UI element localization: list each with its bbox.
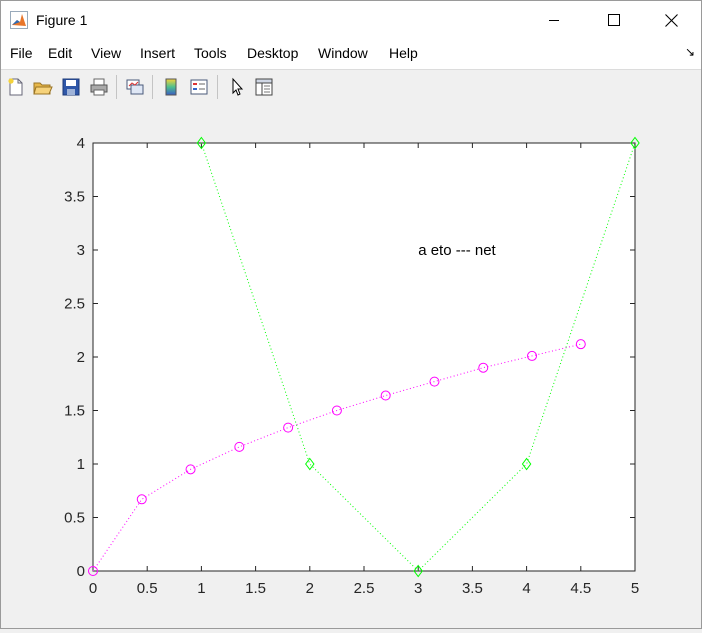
menu-file[interactable]: File	[10, 45, 33, 61]
x-tick-label: 1	[197, 580, 205, 597]
menu-bar: File Edit View Insert Tools Desktop Wind…	[1, 39, 701, 69]
y-tick-label: 2	[77, 349, 85, 366]
close-button[interactable]	[648, 1, 694, 39]
y-tick-label: 3	[77, 242, 85, 259]
plot-svg[interactable]: 0 0.5 1 1.5 2 2.5 3 3.5 4 4.5 5 00.511.522.533.54 …	[1, 104, 701, 628]
open-file-icon	[33, 82, 53, 95]
new-figure-icon	[8, 78, 23, 96]
x-tick-labels: 0 0.5 1 1.5 2 2.5 3 3.5 4 4.5 5	[89, 580, 639, 597]
property-inspector-button[interactable]	[252, 75, 276, 99]
toolbar-separator	[217, 75, 218, 99]
menu-view[interactable]: View	[91, 45, 121, 61]
figure-window: Figure 1 File Edit View Insert Tools Des…	[0, 0, 702, 629]
maximize-button[interactable]	[591, 1, 637, 39]
plot-annotation[interactable]: a eto --- net	[418, 242, 496, 259]
link-plot-button[interactable]	[123, 75, 147, 99]
menu-window[interactable]: Window	[318, 45, 368, 61]
print-button[interactable]	[87, 75, 111, 99]
edit-plot-button[interactable]	[225, 75, 249, 99]
menu-edit[interactable]: Edit	[48, 45, 72, 61]
title-bar[interactable]: Figure 1	[1, 1, 701, 39]
window-title: Figure 1	[36, 12, 88, 28]
x-tick-label: 2	[306, 580, 314, 597]
y-tick-labels: 0 0.5 1 1.5 2 2.5 3 3.5 4	[64, 135, 85, 580]
figure-toolbar	[1, 69, 701, 105]
colorbar-button[interactable]	[159, 75, 183, 99]
print-icon	[90, 78, 108, 96]
y-tick-label: 0	[77, 563, 85, 580]
save-icon	[62, 78, 80, 96]
y-tick-label: 1.5	[64, 403, 85, 420]
menu-desktop[interactable]: Desktop	[247, 45, 298, 61]
x-tick-label: 4.5	[570, 580, 591, 597]
menu-insert[interactable]: Insert	[140, 45, 175, 61]
legend-button[interactable]	[187, 75, 211, 99]
menu-help[interactable]: Help	[389, 45, 418, 61]
y-tick-label: 3.5	[64, 189, 85, 206]
legend-icon	[190, 79, 208, 95]
matlab-logo-icon	[10, 11, 28, 29]
y-tick-label: 0.5	[64, 510, 85, 527]
open-file-button[interactable]	[31, 75, 55, 99]
x-tick-label: 1.5	[245, 580, 266, 597]
menu-tools[interactable]: Tools	[194, 45, 227, 61]
y-tick-label: 1	[77, 456, 85, 473]
y-tick-label: 2.5	[64, 296, 85, 313]
link-plot-icon	[126, 79, 144, 95]
maximize-icon	[608, 14, 620, 26]
x-tick-label: 4	[522, 580, 530, 597]
minimize-icon	[549, 20, 559, 21]
y-tick-label: 4	[77, 135, 85, 152]
x-tick-label: 5	[631, 580, 639, 597]
save-button[interactable]	[59, 75, 83, 99]
x-tick-label: 3	[414, 580, 422, 597]
minimize-button[interactable]	[531, 1, 577, 39]
new-figure-button[interactable]	[4, 75, 28, 99]
toolbar-separator	[116, 75, 117, 99]
property-inspector-icon	[255, 78, 273, 96]
x-tick-label: 0	[89, 580, 97, 597]
edit-plot-icon	[232, 77, 244, 96]
colorbar-icon	[165, 78, 177, 96]
figure-canvas: 0 0.5 1 1.5 2 2.5 3 3.5 4 4.5 5 0 0.5 1 1.5 2 2.5 3 3.5 4 …	[1, 104, 701, 628]
x-tick-label: 3.5	[462, 580, 483, 597]
close-icon	[664, 13, 678, 27]
dock-figure-icon[interactable]: ↘	[685, 45, 695, 59]
axes-background[interactable]	[92, 142, 636, 572]
x-tick-label: 2.5	[354, 580, 375, 597]
toolbar-separator	[152, 75, 153, 99]
x-tick-label: 0.5	[137, 580, 158, 597]
